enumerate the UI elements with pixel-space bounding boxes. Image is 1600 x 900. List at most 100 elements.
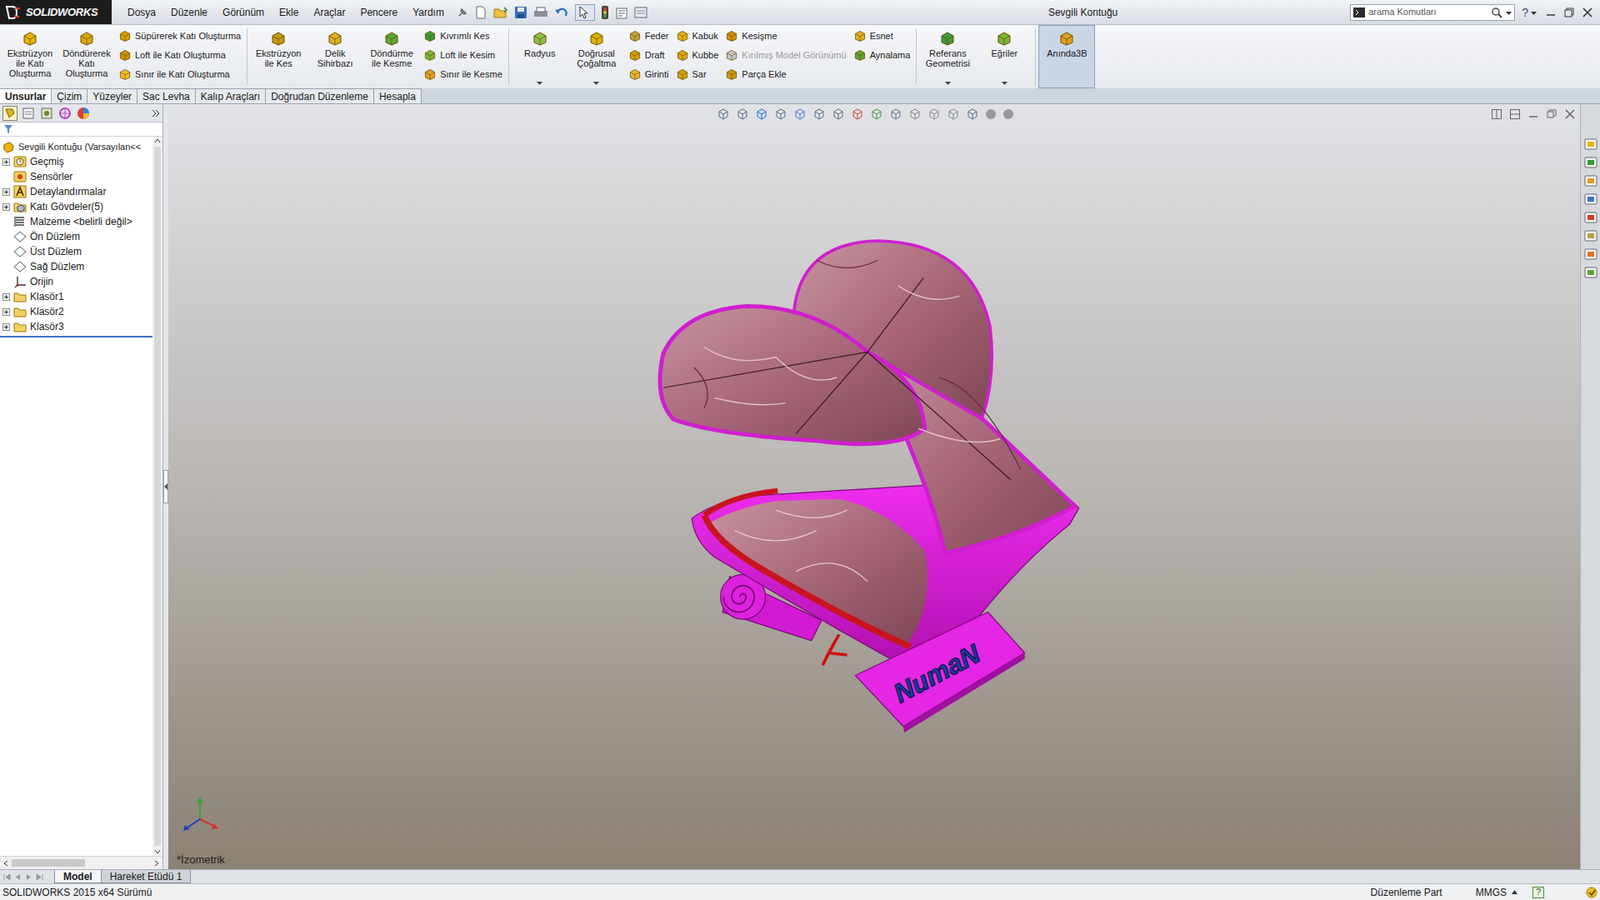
view-orientation-icon[interactable] (793, 107, 807, 121)
pan-icon[interactable] (927, 107, 941, 121)
menu-item[interactable]: Görünüm (215, 5, 272, 20)
scroll-left-icon[interactable] (1, 859, 10, 868)
viewport-close-icon[interactable] (1565, 109, 1575, 120)
file-properties-icon[interactable] (615, 5, 629, 20)
ribbon-small-button[interactable]: Loft ile Katı Oluşturma (118, 47, 241, 63)
help-button[interactable]: ? (1521, 6, 1537, 19)
model-3d[interactable]: NumaN (168, 104, 1580, 870)
ribbon-small-button[interactable]: Aynalama (853, 47, 911, 63)
command-tab[interactable]: Yüzeyler (86, 88, 138, 104)
scroll-right-icon[interactable] (152, 859, 161, 868)
previous-tab-icon[interactable] (14, 873, 22, 881)
logo[interactable]: SOLIDWORKS (0, 0, 112, 25)
close-icon[interactable] (1581, 6, 1594, 19)
property-manager-icon[interactable] (20, 105, 36, 121)
dropdown-icon[interactable] (1505, 6, 1512, 19)
zoom-area-icon[interactable] (735, 107, 750, 121)
expand-toggle-icon[interactable] (2, 188, 10, 196)
ribbon-button[interactable]: Döndürme ile Kesme (363, 25, 420, 89)
ribbon-button[interactable]: Ekstrüzyon ile Kes (250, 25, 307, 89)
ribbon-small-button[interactable]: Sar (675, 66, 720, 82)
view-palette-icon[interactable] (1584, 192, 1598, 206)
ribbon-button[interactable]: Doğrusal Çoğaltma (568, 25, 625, 89)
expand-toggle-icon[interactable] (2, 308, 10, 316)
expand-toggle-icon[interactable] (2, 323, 10, 331)
ribbon-button[interactable]: Anında3B (1038, 25, 1095, 89)
scroll-down-icon[interactable] (153, 847, 162, 856)
ribbon-small-button[interactable]: Kesişme (725, 28, 846, 44)
rotate-icon[interactable] (908, 107, 922, 121)
ribbon-button[interactable]: Ekstrüzyon ile Katı Oluşturma (1, 25, 59, 89)
minimize-icon[interactable] (1545, 6, 1557, 19)
tile-horizontal-icon[interactable] (1491, 109, 1502, 120)
first-tab-icon[interactable] (3, 873, 11, 881)
dimxpert-icon[interactable] (57, 105, 73, 121)
menu-item[interactable]: Araçlar (305, 5, 353, 20)
ribbon-small-button[interactable]: Kubbe (675, 47, 720, 63)
ribbon-button[interactable]: Delik Sihirbazı (306, 25, 364, 89)
custom-properties-icon[interactable] (1584, 229, 1598, 243)
tree-item[interactable]: Klasör2 (0, 304, 153, 320)
display-style-icon[interactable] (812, 107, 826, 121)
edit-appearance-icon[interactable] (850, 107, 865, 121)
tree-root[interactable]: Sevgili Kontuğu (Varsayılan<< (0, 139, 153, 155)
dropdown-arrow-icon[interactable] (1001, 81, 1008, 85)
ribbon-small-button[interactable]: Sınır ile Kesme (423, 66, 503, 82)
solidworks-forum-icon[interactable] (1584, 247, 1598, 261)
pin-icon[interactable] (456, 6, 469, 19)
tree-item[interactable]: Detaylandırmalar (0, 184, 153, 200)
scroll-up-icon[interactable] (153, 136, 162, 145)
command-tab[interactable]: Unsurlar (0, 88, 52, 104)
expand-toggle-icon[interactable] (2, 158, 10, 166)
search-input[interactable] (1368, 5, 1488, 20)
ribbon-small-button[interactable]: Parça Ekle (725, 66, 846, 82)
last-tab-icon[interactable] (35, 873, 44, 881)
status-help-button[interactable]: ? (1532, 886, 1545, 899)
dropdown-arrow-icon[interactable] (536, 81, 543, 85)
feature-manager-icon[interactable] (2, 105, 18, 121)
units-selector[interactable]: MMGS (1475, 885, 1518, 900)
zoom-icon[interactable] (946, 107, 960, 121)
save-icon[interactable] (514, 5, 528, 20)
tree-item[interactable]: Orijin (0, 274, 153, 290)
ribbon-small-button[interactable]: Feder (628, 28, 670, 44)
ribbon-button[interactable]: Döndürerek Katı Oluşturma (58, 25, 115, 89)
file-explorer-icon[interactable] (1584, 174, 1598, 188)
graphics-area[interactable]: NumaN *İzometrik (168, 104, 1580, 870)
open-folder-icon[interactable] (493, 5, 509, 20)
next-tab-icon[interactable] (25, 873, 33, 881)
tree-filter[interactable] (0, 122, 163, 137)
expand-toggle-icon[interactable] (2, 203, 10, 211)
bottom-tab[interactable]: Hareket Etüdü 1 (100, 870, 192, 884)
restore-icon[interactable] (1563, 6, 1575, 19)
apply-scene-icon[interactable] (870, 107, 884, 121)
ribbon-small-button[interactable]: Kıvrımlı Kes (423, 28, 503, 44)
ribbon-small-button[interactable]: Esnet (853, 28, 911, 44)
expand-chevron-icon[interactable] (151, 108, 160, 119)
viewport-restore-icon[interactable] (1546, 109, 1557, 120)
tree-item[interactable]: Klasör1 (0, 289, 153, 305)
tree-item[interactable]: Malzeme <belirli değil> (0, 214, 153, 230)
command-tab[interactable]: Çizim (50, 88, 88, 104)
tree-item[interactable]: Klasör3 (0, 319, 153, 335)
ribbon-button[interactable]: Radyus (511, 25, 569, 89)
tree-item[interactable]: Sensörler (0, 169, 153, 185)
command-tab[interactable]: Kalıp Araçları (195, 88, 266, 104)
render-icon[interactable] (1002, 108, 1015, 120)
command-tab[interactable]: Sac Levha (136, 88, 196, 104)
select-icon[interactable] (575, 4, 595, 21)
rollback-bar[interactable] (0, 335, 153, 338)
ribbon-small-button[interactable]: Draft (628, 47, 670, 63)
menu-item[interactable]: Ekle (271, 5, 306, 20)
options-icon[interactable] (634, 5, 650, 20)
ribbon-small-button[interactable]: Girinti (628, 66, 670, 82)
viewport-minimize-icon[interactable] (1528, 109, 1539, 120)
dropdown-arrow-icon[interactable] (945, 81, 951, 85)
menu-item[interactable]: Düzenle (163, 5, 215, 20)
appearances-icon[interactable] (1584, 210, 1598, 225)
tile-vertical-icon[interactable] (1510, 109, 1520, 120)
section-view-icon[interactable] (774, 107, 788, 121)
command-tab[interactable]: Hesapla (373, 88, 422, 104)
dropdown-arrow-icon[interactable] (593, 81, 600, 85)
menu-item[interactable]: Yardım (405, 5, 452, 20)
